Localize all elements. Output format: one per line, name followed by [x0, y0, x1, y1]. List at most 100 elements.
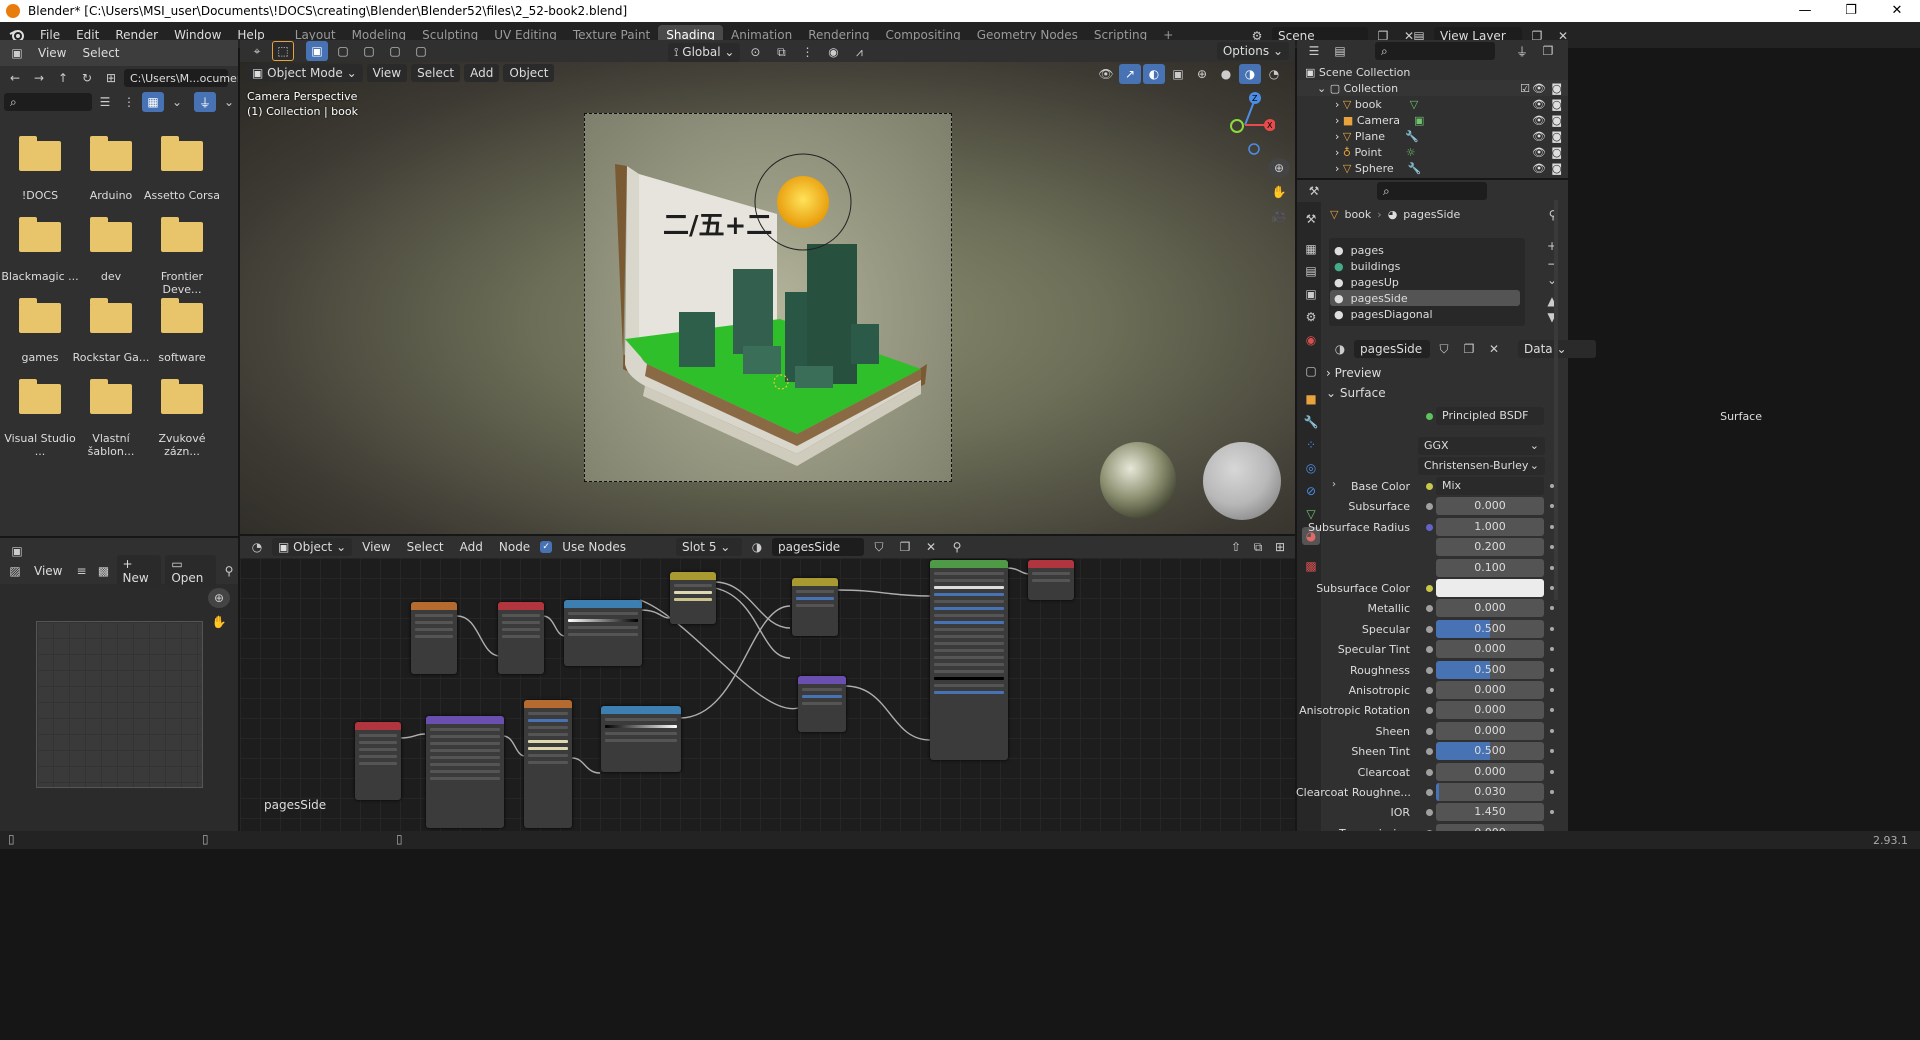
display-dropdown-icon[interactable]: ⌄	[166, 92, 188, 112]
close-window-button[interactable]: ✕	[1874, 0, 1920, 22]
pin-icon[interactable]: ⚲	[1542, 205, 1564, 225]
forward-arrow-icon[interactable]: →	[28, 68, 50, 88]
camera-render-icon[interactable]: ◙	[1551, 130, 1562, 143]
camera-render-icon[interactable]: ◙	[1551, 162, 1562, 175]
filter-dropdown-icon[interactable]: ⌄	[218, 92, 238, 112]
outliner-item[interactable]: › ♁ Point ☼ 👁 ◙	[1297, 144, 1568, 160]
gizmo-toggle-icon[interactable]: ↗	[1119, 64, 1141, 84]
zoom-icon[interactable]: ⊕	[1268, 158, 1290, 178]
material-slot-item[interactable]: ● pagesDiagonal	[1334, 306, 1520, 322]
surface-shader-field[interactable]: Principled BSDF	[1436, 407, 1544, 425]
keyframe-dot-icon[interactable]	[1550, 688, 1554, 692]
list-view-icon[interactable]: ☰	[94, 92, 116, 112]
view-layer-tab-icon[interactable]: ▣	[1302, 285, 1320, 303]
keyframe-dot-icon[interactable]	[1550, 668, 1554, 672]
proportional-edit-icon[interactable]: ◉	[822, 42, 844, 62]
select-subtract-icon[interactable]: ▢	[358, 41, 380, 61]
keyframe-dot-icon[interactable]	[1550, 790, 1554, 794]
duplicate-material-icon[interactable]: ❐	[1458, 339, 1480, 359]
select-new-icon[interactable]: ▣	[306, 41, 328, 61]
surface-section-header[interactable]: ⌄ Surface	[1326, 386, 1386, 400]
material-slot-item-active[interactable]: ● pagesSide	[1330, 290, 1520, 306]
editor-type-icon[interactable]: ⚒	[1303, 181, 1325, 201]
shading-wireframe-icon[interactable]: ⊕	[1191, 64, 1213, 84]
snap-icon[interactable]: ⧉	[770, 42, 792, 62]
outliner-collection[interactable]: ⌄ ▢ Collection ☑ 👁 ◙	[1297, 80, 1568, 96]
property-value-slider[interactable]: 0.000	[1436, 722, 1544, 740]
material-slot-item[interactable]: ● pages	[1334, 242, 1520, 258]
refresh-icon[interactable]: ↻	[76, 68, 98, 88]
visibility-icon[interactable]: 👁	[1095, 64, 1117, 84]
outliner-scene-collection[interactable]: ▣ Scene Collection	[1297, 64, 1568, 80]
camera-render-icon[interactable]: ◙	[1551, 114, 1562, 127]
fake-user-icon[interactable]: ⛉	[1433, 339, 1455, 359]
shading-solid-icon[interactable]: ●	[1215, 64, 1237, 84]
minimize-button[interactable]: —	[1782, 0, 1828, 22]
options-dropdown[interactable]: Options ⌄	[1216, 42, 1289, 60]
camera-view-icon[interactable]: 🎥	[1268, 206, 1290, 226]
keyframe-dot-icon[interactable]	[1550, 810, 1554, 814]
hand-pan-icon[interactable]: ✋	[1268, 182, 1290, 202]
eye-icon[interactable]: 👁	[1532, 98, 1546, 111]
eye-icon[interactable]: 👁	[1532, 114, 1546, 127]
camera-render-icon[interactable]: ◙	[1551, 82, 1562, 95]
new-folder-icon[interactable]: ⊞	[100, 68, 122, 88]
expand-arrow-icon[interactable]: ›	[1335, 98, 1339, 111]
material-slot-item[interactable]: ● pagesUp	[1334, 274, 1520, 290]
material-name-field[interactable]: pagesSide	[1354, 340, 1430, 358]
add-slot-icon[interactable]: +	[1543, 236, 1561, 256]
select-intersect-icon[interactable]: ▢	[410, 41, 432, 61]
outliner-item[interactable]: › ▽ book ▽ 👁 ◙	[1297, 96, 1568, 112]
tool-tab-icon[interactable]: ⚒	[1302, 210, 1320, 228]
search-input[interactable]: ⌕	[4, 93, 92, 111]
properties-search-input[interactable]: ⌕	[1377, 182, 1487, 200]
vp-menu-select[interactable]: Select	[411, 64, 461, 82]
property-value-slider[interactable]: 0.000	[1436, 640, 1544, 658]
material-slot-item[interactable]: ● buildings	[1334, 258, 1520, 274]
editor-type-icon[interactable]: ▣	[6, 43, 28, 63]
render-tab-icon[interactable]: ▦	[1302, 240, 1320, 258]
property-value-slider[interactable]: 0.000	[1436, 599, 1544, 617]
property-value-slider[interactable]: 1.450	[1436, 803, 1544, 821]
maximize-button[interactable]: ❐	[1828, 0, 1874, 22]
folder-item[interactable]: !DOCS	[0, 136, 80, 202]
expand-arrow-icon[interactable]: ›	[1332, 479, 1336, 490]
folder-item[interactable]: Assetto Corsa	[142, 136, 222, 202]
distribution-dropdown[interactable]: GGX ⌄	[1418, 437, 1545, 455]
detail-view-icon[interactable]: ⋮	[118, 92, 140, 112]
filter-icon[interactable]: ⏚	[194, 92, 216, 112]
overlay-toggle-icon[interactable]: ◐	[1143, 64, 1165, 84]
camera-render-icon[interactable]: ◙	[1551, 146, 1562, 159]
expand-arrow-icon[interactable]: ›	[1335, 146, 1339, 159]
select-invert-icon[interactable]: ▢	[384, 41, 406, 61]
snap-target-icon[interactable]: ⋮	[796, 42, 818, 62]
outliner-item[interactable]: › ▽ Plane 🔧 👁 ◙	[1297, 128, 1568, 144]
editor-type-icon[interactable]: ☰	[1303, 41, 1325, 61]
fb-menu-view[interactable]: View	[32, 44, 72, 62]
editor-type-icon[interactable]: ⌖	[246, 41, 268, 61]
shading-material-icon[interactable]: ◑	[1239, 64, 1261, 84]
back-arrow-icon[interactable]: ←	[4, 68, 26, 88]
shading-rendered-icon[interactable]: ◔	[1263, 64, 1285, 84]
mode-dropdown[interactable]: ▣ Object Mode ⌄	[246, 64, 363, 82]
xray-icon[interactable]: ▣	[1167, 64, 1189, 84]
base-color-link-field[interactable]: Mix	[1436, 477, 1544, 495]
keyframe-dot-icon[interactable]	[1550, 708, 1554, 712]
output-tab-icon[interactable]: ▤	[1302, 262, 1320, 280]
parent-dir-icon[interactable]: ↑	[52, 68, 74, 88]
folder-item[interactable]: Blackmagic ...	[0, 217, 80, 283]
camera-render-icon[interactable]: ◙	[1551, 98, 1562, 111]
property-value-slider[interactable]: 0.000	[1436, 701, 1544, 719]
property-value-slider[interactable]: 0.500	[1436, 742, 1544, 760]
keyframe-dot-icon[interactable]	[1550, 729, 1554, 733]
property-value-slider[interactable]: 0.000	[1436, 763, 1544, 781]
folder-item[interactable]: software	[142, 298, 222, 364]
path-field[interactable]: C:\Users\M...ocuments\	[124, 69, 238, 87]
properties-scrollbar[interactable]	[1554, 200, 1558, 600]
keyframe-dot-icon[interactable]	[1550, 749, 1554, 753]
material-browse-icon[interactable]: ◑	[1329, 339, 1351, 359]
fb-menu-select[interactable]: Select	[76, 44, 125, 62]
falloff-icon[interactable]: ⩘	[848, 42, 870, 62]
collection-tab-icon[interactable]: ▢	[1302, 362, 1320, 380]
unlink-material-icon[interactable]: ✕	[1483, 339, 1505, 359]
